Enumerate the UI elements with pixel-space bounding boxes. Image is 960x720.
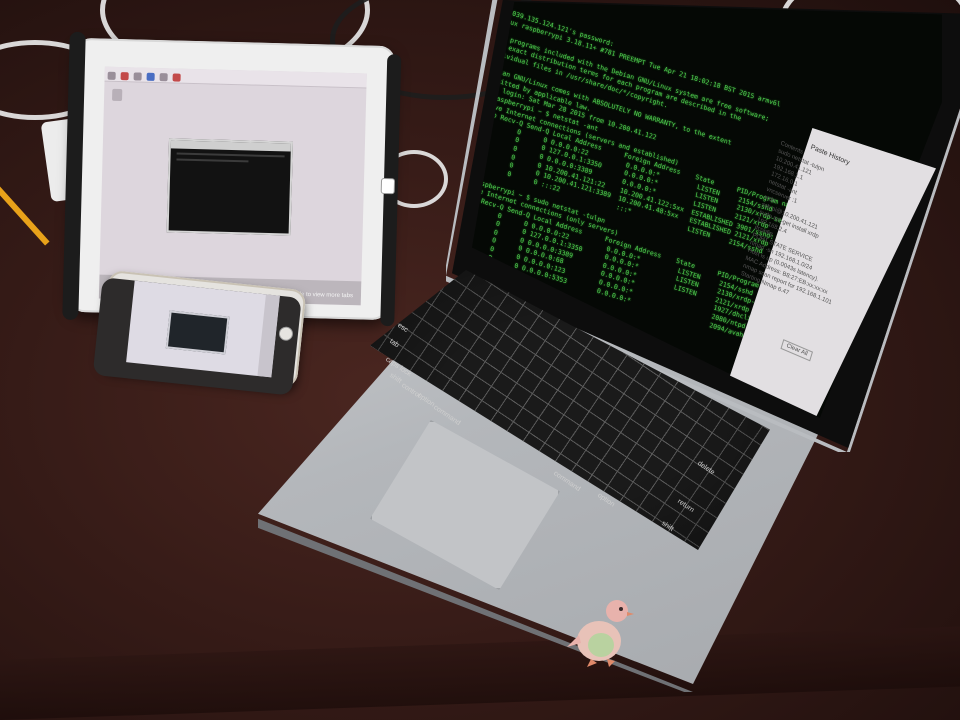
window-titlebar[interactable] bbox=[170, 140, 291, 152]
trash-icon[interactable] bbox=[112, 88, 123, 102]
terminal-line bbox=[176, 152, 285, 158]
app-icon[interactable] bbox=[133, 72, 142, 81]
app-icon[interactable] bbox=[120, 72, 129, 81]
terminal-line bbox=[176, 158, 249, 163]
remote-terminal-window[interactable] bbox=[165, 310, 230, 355]
iphone bbox=[92, 269, 307, 396]
app-icon[interactable] bbox=[159, 73, 168, 82]
ipad-screen: < slide to view more tabs bbox=[98, 66, 367, 306]
app-icon[interactable] bbox=[146, 72, 155, 81]
app-icon[interactable] bbox=[172, 73, 181, 82]
app-icon[interactable] bbox=[107, 71, 116, 80]
ipad-toolbar bbox=[104, 66, 367, 89]
iphone-screen bbox=[126, 280, 280, 378]
lightning-connector bbox=[380, 177, 396, 195]
penguin-sticker bbox=[567, 600, 634, 667]
remote-terminal-window[interactable] bbox=[166, 138, 294, 236]
